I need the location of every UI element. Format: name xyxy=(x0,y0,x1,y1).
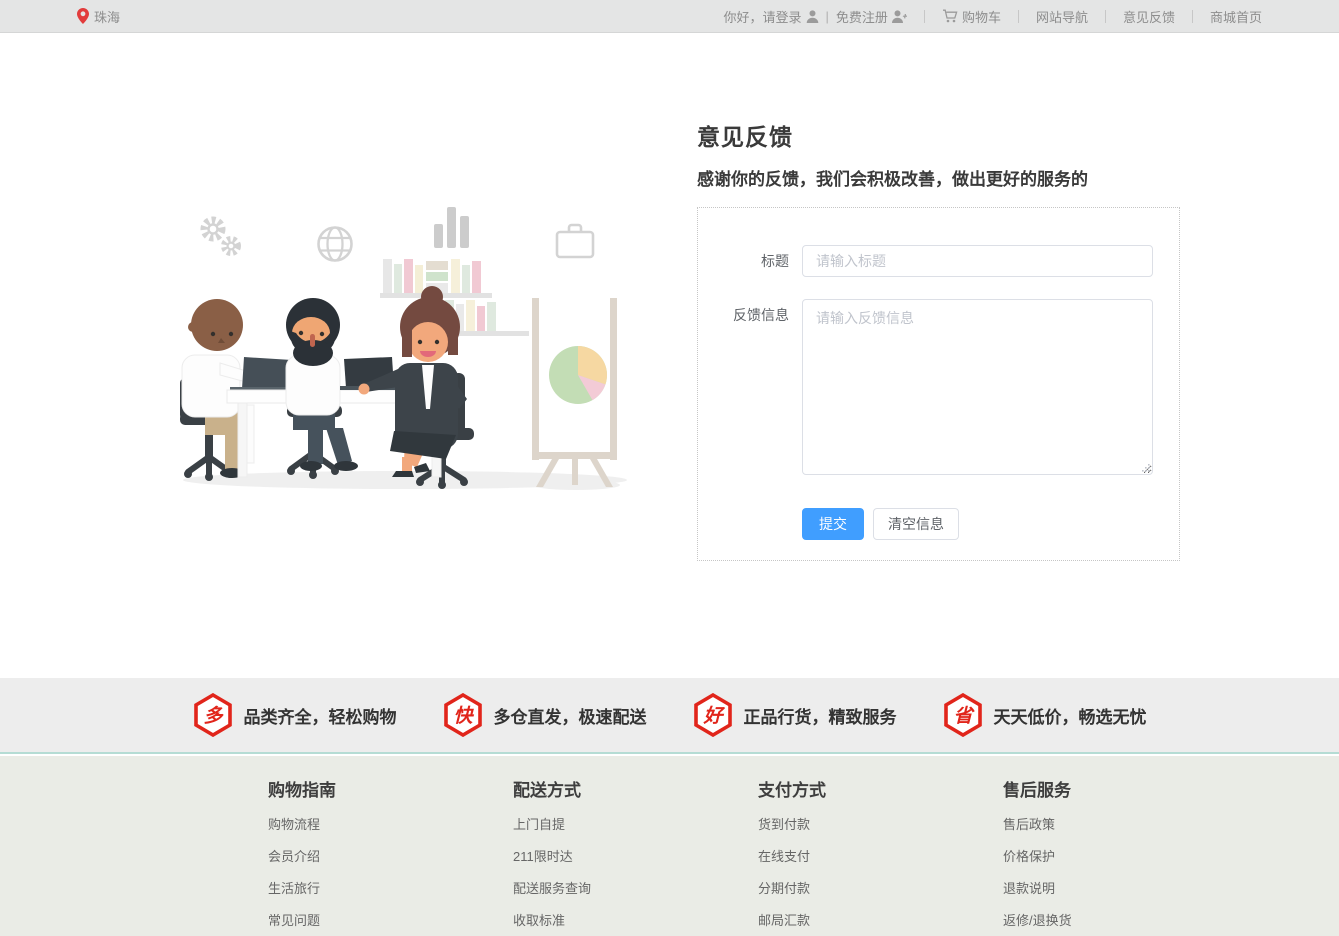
badge-char: 多 xyxy=(203,705,224,727)
footer: 购物指南 购物流程 会员介绍 生活旅行 常见问题 大家电 配送方式 上门自提 2… xyxy=(0,756,1339,936)
badge-char: 快 xyxy=(453,705,474,727)
footer-link[interactable]: 生活旅行 xyxy=(268,878,513,897)
feedback-form: 标题 反馈信息 提交 清空信息 xyxy=(697,207,1180,561)
nav-divider xyxy=(924,10,925,23)
user-plus-icon xyxy=(892,10,907,23)
submit-button[interactable]: 提交 xyxy=(802,508,864,540)
cart-icon xyxy=(942,9,958,23)
footer-col-title: 购物指南 xyxy=(268,776,513,801)
title-input[interactable] xyxy=(802,245,1153,277)
footer-link[interactable]: 配送服务查询 xyxy=(513,878,758,897)
footer-col-after-sales: 售后服务 售后政策 价格保护 退款说明 返修/退换货 取消订单 xyxy=(1003,776,1248,936)
feature-label: 正品行货，精致服务 xyxy=(744,703,897,728)
cart-link[interactable]: 购物车 xyxy=(942,7,1001,26)
footer-col-title: 售后服务 xyxy=(1003,776,1248,801)
footer-link[interactable]: 价格保护 xyxy=(1003,846,1248,865)
footer-link[interactable]: 货到付款 xyxy=(758,814,1003,833)
footer-link[interactable]: 退款说明 xyxy=(1003,878,1248,897)
laptop xyxy=(242,357,292,389)
nav-site-directory[interactable]: 网站导航 xyxy=(1036,7,1088,26)
footer-link[interactable]: 分期付款 xyxy=(758,878,1003,897)
nav-feedback[interactable]: 意见反馈 xyxy=(1123,7,1175,26)
pipe-separator: | xyxy=(826,9,829,24)
globe-icon xyxy=(319,228,352,261)
nav-divider xyxy=(1192,10,1193,23)
footer-col-title: 支付方式 xyxy=(758,776,1003,801)
footer-col-title: 配送方式 xyxy=(513,776,758,801)
login-link[interactable]: 你好，请登录 xyxy=(724,7,819,26)
service-features-strip: 多 品类齐全，轻松购物 快 多仓直发，极速配送 好 正品行货，精致服务 省 天天… xyxy=(0,678,1339,754)
hexagon-badge-icon: 快 xyxy=(443,693,483,737)
user-icon xyxy=(806,10,819,23)
bar-chart-icon xyxy=(434,207,469,248)
topnav: 你好，请登录 | 免费注册 购物车 网站导航 意见反馈 商城首页 xyxy=(724,7,1262,26)
person-right xyxy=(359,286,468,477)
footer-link[interactable]: 上门自提 xyxy=(513,814,758,833)
topbar: 珠海 你好，请登录 | 免费注册 购物车 网站导航 xyxy=(0,0,1339,33)
nav-mall-home[interactable]: 商城首页 xyxy=(1210,7,1262,26)
footer-col-delivery: 配送方式 上门自提 211限时达 配送服务查询 收取标准 海外配送 xyxy=(513,776,758,936)
register-label: 免费注册 xyxy=(836,7,888,26)
message-textarea[interactable] xyxy=(802,299,1153,475)
feature-label: 品类齐全，轻松购物 xyxy=(244,703,397,728)
nav-divider xyxy=(1105,10,1106,23)
footer-link[interactable]: 会员介绍 xyxy=(268,846,513,865)
message-label: 反馈信息 xyxy=(698,299,802,480)
hexagon-badge-icon: 好 xyxy=(693,693,733,737)
main-content: 意见反馈 感谢你的反馈，我们会积极改善，做出更好的服务的 标题 反馈信息 xyxy=(0,34,1339,678)
easel-pie-chart xyxy=(532,298,617,487)
footer-link[interactable]: 购物流程 xyxy=(268,814,513,833)
feedback-page: 珠海 你好，请登录 | 免费注册 购物车 网站导航 xyxy=(0,0,1339,936)
footer-col-shopping-guide: 购物指南 购物流程 会员介绍 生活旅行 常见问题 大家电 xyxy=(268,776,513,936)
feature-variety: 多 品类齐全，轻松购物 xyxy=(193,693,397,737)
login-label: 你好，请登录 xyxy=(724,7,802,26)
page-title: 意见反馈 xyxy=(697,118,1180,152)
footer-col-payment: 支付方式 货到付款 在线支付 分期付款 邮局汇款 公司转账 xyxy=(758,776,1003,936)
location-label: 珠海 xyxy=(94,7,120,26)
feature-savings: 省 天天低价，畅选无忧 xyxy=(943,693,1147,737)
footer-link[interactable]: 售后政策 xyxy=(1003,814,1248,833)
footer-link[interactable]: 在线支付 xyxy=(758,846,1003,865)
badge-char: 好 xyxy=(702,705,725,727)
title-label: 标题 xyxy=(698,245,802,277)
feature-label: 天天低价，畅选无忧 xyxy=(994,703,1147,728)
briefcase-icon xyxy=(557,225,593,257)
badge-char: 省 xyxy=(953,705,975,727)
feature-speed: 快 多仓直发，极速配送 xyxy=(443,693,647,737)
location-selector[interactable]: 珠海 xyxy=(77,7,120,26)
team-illustration xyxy=(180,195,630,500)
footer-link[interactable]: 返修/退换货 xyxy=(1003,910,1248,929)
nav-divider xyxy=(1018,10,1019,23)
footer-link[interactable]: 邮局汇款 xyxy=(758,910,1003,929)
feature-label: 多仓直发，极速配送 xyxy=(494,703,647,728)
page-subtitle: 感谢你的反馈，我们会积极改善，做出更好的服务的 xyxy=(697,165,1180,190)
footer-link[interactable]: 常见问题 xyxy=(268,910,513,929)
clear-button[interactable]: 清空信息 xyxy=(873,508,959,540)
pin-icon xyxy=(77,8,89,24)
footer-link[interactable]: 收取标准 xyxy=(513,910,758,929)
register-link[interactable]: 免费注册 xyxy=(836,7,907,26)
hexagon-badge-icon: 多 xyxy=(193,693,233,737)
feedback-panel: 意见反馈 感谢你的反馈，我们会积极改善，做出更好的服务的 标题 反馈信息 xyxy=(697,118,1180,561)
feature-quality: 好 正品行货，精致服务 xyxy=(693,693,897,737)
footer-link[interactable]: 211限时达 xyxy=(513,846,758,865)
cart-label: 购物车 xyxy=(962,7,1001,26)
hexagon-badge-icon: 省 xyxy=(943,693,983,737)
gear-icon xyxy=(204,220,238,253)
